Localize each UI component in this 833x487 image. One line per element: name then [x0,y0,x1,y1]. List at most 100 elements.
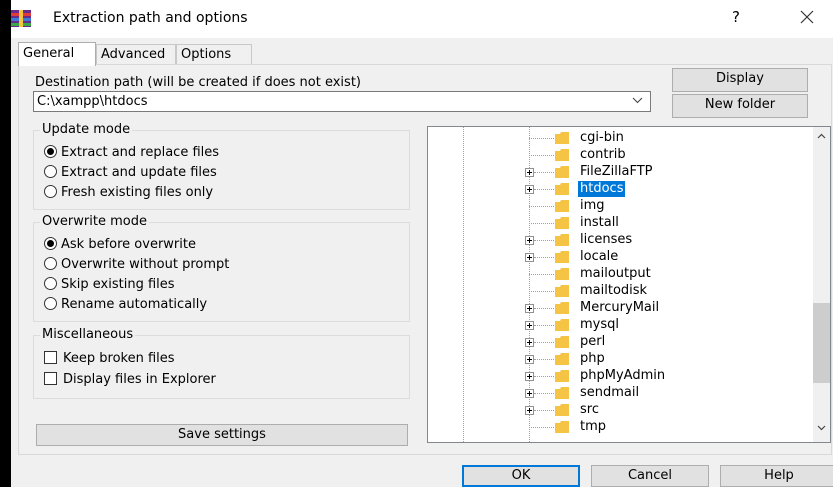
tree-item-sendmail[interactable]: sendmail [428,385,798,402]
help-title-button[interactable]: ? [732,8,740,26]
chevron-up-icon[interactable] [817,133,826,139]
chevron-down-icon[interactable] [817,425,826,431]
tree-item-filezillaftp[interactable]: FileZillaFTP [428,164,798,181]
expand-icon[interactable] [525,321,534,330]
radio-fresh-existing[interactable]: Fresh existing files only [44,185,213,200]
tab-general[interactable]: General [18,42,96,66]
radio-skip-existing[interactable]: Skip existing files [44,277,175,292]
radio-icon[interactable] [44,257,57,270]
tree-item-tmp[interactable]: tmp [428,419,798,436]
tree-item-mysql[interactable]: mysql [428,317,798,334]
tree-connector [529,274,554,275]
folder-icon [555,234,569,246]
folder-tree[interactable]: cgi-bin contrib FileZillaFTP htdocs img insta… [427,126,831,443]
radio-icon[interactable] [44,277,57,290]
tree-connector [534,257,554,258]
radio-label: Ask before overwrite [61,237,196,252]
tree-item-install[interactable]: install [428,215,798,232]
folder-icon [555,132,569,144]
radio-ask-before-overwrite[interactable]: Ask before overwrite [44,237,196,252]
checkbox-label: Keep broken files [63,351,175,366]
tree-item-mercurymail[interactable]: MercuryMail [428,300,798,317]
new-folder-button[interactable]: New folder [672,94,808,118]
expand-icon[interactable] [525,372,534,381]
expand-icon[interactable] [525,236,534,245]
update-mode-group: Update mode Extract and replace files Ex… [33,122,410,210]
checkbox-display-explorer[interactable]: Display files in Explorer [44,372,216,387]
radio-extract-update[interactable]: Extract and update files [44,165,217,180]
checkbox-icon[interactable] [44,351,57,364]
expand-icon[interactable] [525,355,534,364]
tree-connector [534,393,554,394]
tree-connector [534,189,554,190]
winrar-icon [11,10,31,27]
radio-extract-replace[interactable]: Extract and replace files [44,145,219,160]
checkbox-icon[interactable] [44,372,57,385]
expand-icon[interactable] [525,304,534,313]
expand-icon[interactable] [525,185,534,194]
folder-icon [555,404,569,416]
checkbox-keep-broken[interactable]: Keep broken files [44,351,175,366]
tab-advanced[interactable]: Advanced [96,44,176,64]
overwrite-mode-title: Overwrite mode [40,214,149,229]
tree-item-contrib[interactable]: contrib [428,147,798,164]
tree-connector [534,308,554,309]
expand-icon[interactable] [525,406,534,415]
radio-rename-automatically[interactable]: Rename automatically [44,297,207,312]
folder-icon [555,217,569,229]
expand-icon[interactable] [525,253,534,262]
radio-overwrite-without-prompt[interactable]: Overwrite without prompt [44,257,229,272]
tree-item-php[interactable]: php [428,351,798,368]
folder-icon [555,200,569,212]
tree-item-label: install [580,215,619,230]
destination-path-combo[interactable]: C:\xampp\htdocs [33,91,651,112]
tree-item-label: locale [580,249,619,264]
tree-item-locale[interactable]: locale [428,249,798,266]
tree-scrollbar[interactable] [813,127,830,442]
tree-item-htdocs[interactable]: htdocs [428,181,798,198]
help-button[interactable]: Help [720,465,833,487]
scrollbar-thumb[interactable] [813,303,830,383]
tree-item-licenses[interactable]: licenses [428,232,798,249]
tree-item-label: perl [580,334,606,349]
folder-icon [555,387,569,399]
update-mode-title: Update mode [40,122,133,137]
display-button[interactable]: Display [672,68,808,92]
tree-item-phpmyadmin[interactable]: phpMyAdmin [428,368,798,385]
close-icon[interactable] [800,10,814,24]
tree-item-label: cgi-bin [580,130,624,145]
folder-icon [555,319,569,331]
tree-item-img[interactable]: img [428,198,798,215]
destination-label: Destination path (will be created if doe… [35,75,361,90]
radio-icon[interactable] [44,185,57,198]
tab-options[interactable]: Options [176,44,252,64]
overwrite-mode-group: Overwrite mode Ask before overwrite Over… [33,214,410,322]
expand-icon[interactable] [525,338,534,347]
tree-item-mailtodisk[interactable]: mailtodisk [428,283,798,300]
ok-button[interactable]: OK [462,465,580,487]
radio-icon[interactable] [44,165,57,178]
tree-item-cgi-bin[interactable]: cgi-bin [428,130,798,147]
expand-icon[interactable] [525,168,534,177]
folder-icon [555,183,569,195]
tree-connector [529,223,554,224]
chevron-down-icon[interactable] [632,95,643,106]
tree-item-label: licenses [580,232,633,247]
radio-icon[interactable] [44,237,57,250]
tree-item-perl[interactable]: perl [428,334,798,351]
tree-connector [534,359,554,360]
tree-connector [529,138,554,139]
tree-item-mailoutput[interactable]: mailoutput [428,266,798,283]
folder-icon [555,370,569,382]
tree-item-src[interactable]: src [428,402,798,419]
expand-icon[interactable] [525,389,534,398]
folder-icon [555,302,569,314]
radio-icon[interactable] [44,297,57,310]
cancel-button[interactable]: Cancel [591,465,709,487]
save-settings-button[interactable]: Save settings [36,424,408,446]
misc-title: Miscellaneous [40,327,136,342]
tree-item-label: MercuryMail [580,300,660,315]
radio-icon[interactable] [44,145,57,158]
tree-connector [534,376,554,377]
tree-connector [534,172,554,173]
